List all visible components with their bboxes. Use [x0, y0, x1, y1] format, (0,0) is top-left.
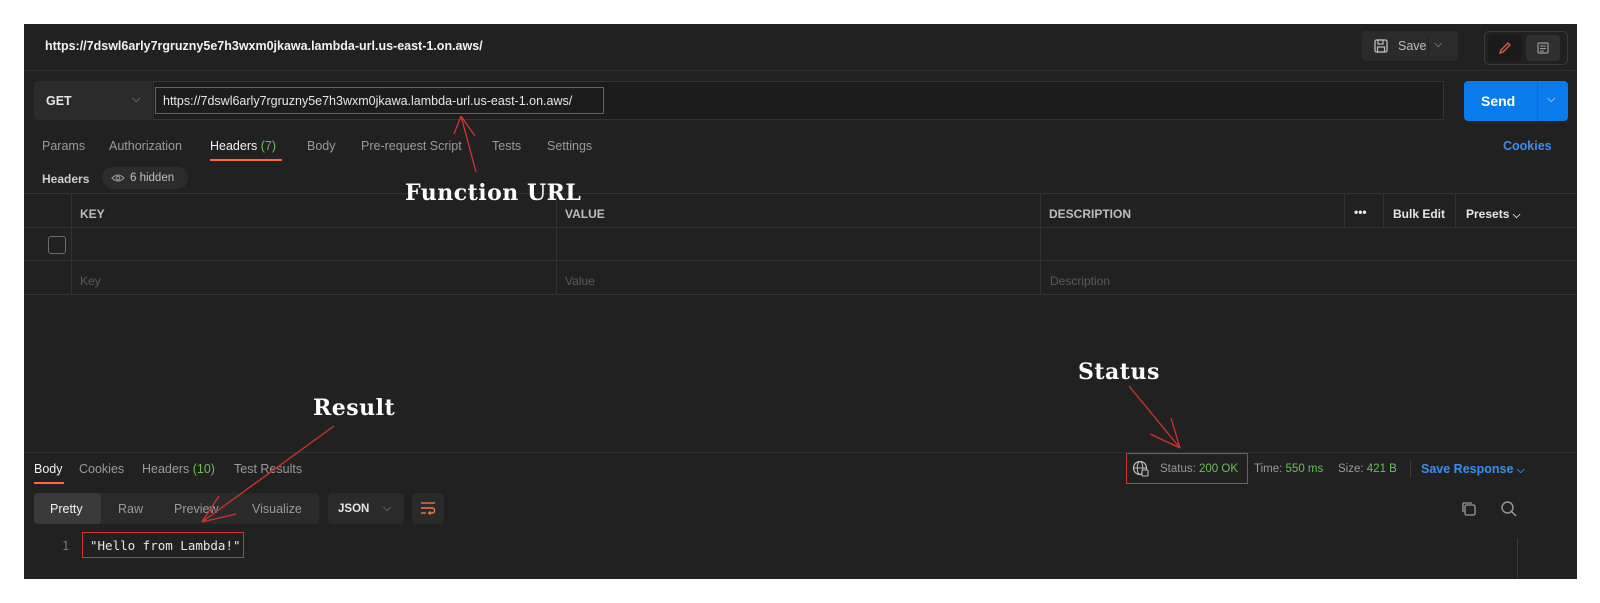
- view-visualize[interactable]: Visualize: [252, 502, 302, 516]
- presets-label: Presets: [1466, 207, 1510, 221]
- scrollbar[interactable]: [1517, 538, 1518, 578]
- column-key: KEY: [80, 207, 105, 221]
- status-annotation: Status: [1078, 359, 1160, 385]
- view-mode-toggle: [1484, 31, 1568, 65]
- edit-mode-button[interactable]: [1488, 35, 1522, 61]
- response-headers-count: (10): [192, 462, 215, 476]
- tab-pre-request-script[interactable]: Pre-request Script: [361, 139, 462, 153]
- hidden-headers-toggle[interactable]: 6 hidden: [102, 167, 188, 189]
- method-label: GET: [46, 94, 72, 108]
- more-options-icon[interactable]: •••: [1354, 205, 1367, 219]
- response-divider: [24, 452, 1577, 453]
- response-tab-test-results[interactable]: Test Results: [234, 462, 302, 476]
- line-number: 1: [62, 539, 70, 553]
- status-highlight: [1126, 453, 1248, 484]
- chevron-down-icon[interactable]: ⌵: [1434, 38, 1442, 51]
- status-arrow: [1128, 385, 1181, 449]
- tab-tests[interactable]: Tests: [492, 139, 521, 153]
- chevron-down-icon: ⌵: [132, 93, 141, 105]
- tab-body[interactable]: Body: [307, 139, 336, 153]
- view-raw[interactable]: Raw: [118, 502, 143, 516]
- pencil-icon: [1498, 42, 1511, 55]
- request-title: https://7dswl6arly7rgruzny5e7h3wxm0jkawa…: [45, 39, 483, 53]
- cookies-link[interactable]: Cookies: [1503, 139, 1552, 153]
- response-tab-headers[interactable]: Headers (10): [142, 462, 215, 476]
- search-icon[interactable]: [1500, 500, 1518, 518]
- method-select[interactable]: GET ⌵: [34, 81, 152, 120]
- save-label: Save: [1398, 39, 1427, 53]
- function-url-annotation: Function URL: [405, 180, 582, 206]
- response-headers-label: Headers: [142, 462, 190, 476]
- hidden-count: 6 hidden: [130, 172, 175, 184]
- presets-dropdown[interactable]: Presets ⌵: [1466, 207, 1520, 221]
- bulk-edit-button[interactable]: Bulk Edit: [1393, 207, 1445, 221]
- chevron-down-icon[interactable]: ⌵: [1547, 93, 1555, 106]
- size-label: Size:: [1338, 463, 1364, 475]
- size-readout: Size: 421 B: [1338, 463, 1397, 475]
- view-pretty[interactable]: Pretty: [50, 502, 83, 516]
- headers-count: (7): [260, 139, 277, 153]
- copy-icon[interactable]: [1460, 500, 1478, 518]
- wrap-lines-button[interactable]: [412, 493, 444, 524]
- documentation-button[interactable]: [1526, 35, 1560, 61]
- key-input[interactable]: Key: [80, 274, 101, 288]
- response-tab-cookies[interactable]: Cookies: [79, 462, 124, 476]
- response-active-tab-indicator: [34, 482, 64, 484]
- size-value: 421 B: [1366, 463, 1397, 475]
- function-url-highlight: [155, 87, 604, 114]
- time-readout: Time: 550 ms: [1254, 463, 1323, 475]
- time-label: Time:: [1254, 463, 1283, 475]
- document-icon: [1537, 42, 1549, 54]
- send-label: Send: [1481, 93, 1516, 109]
- headers-label: Headers: [42, 172, 90, 186]
- result-highlight: [82, 532, 244, 558]
- save-icon: [1374, 39, 1388, 53]
- wrap-icon: [421, 502, 436, 515]
- format-select[interactable]: JSON ⌵: [328, 493, 404, 524]
- eye-icon: [111, 174, 125, 182]
- chevron-down-icon: ⌵: [1512, 210, 1521, 221]
- tab-headers[interactable]: Headers (7): [210, 139, 276, 153]
- header-row-checkbox[interactable]: [48, 236, 66, 254]
- tab-authorization[interactable]: Authorization: [109, 139, 182, 153]
- tab-headers-label: Headers: [210, 139, 258, 153]
- save-response-button[interactable]: Save Response ⌵: [1421, 462, 1525, 476]
- tab-settings[interactable]: Settings: [547, 139, 592, 153]
- view-preview[interactable]: Preview: [174, 502, 218, 516]
- chevron-down-icon: ⌵: [1516, 465, 1525, 476]
- column-description: DESCRIPTION: [1049, 207, 1132, 221]
- description-input[interactable]: Description: [1050, 274, 1110, 288]
- postman-window: https://7dswl6arly7rgruzny5e7h3wxm0jkawa…: [24, 24, 1577, 579]
- tab-params[interactable]: Params: [42, 139, 85, 153]
- send-button[interactable]: Send ⌵: [1464, 81, 1568, 121]
- response-tab-body[interactable]: Body: [34, 462, 63, 476]
- active-tab-indicator: [210, 159, 282, 161]
- time-value: 550 ms: [1285, 463, 1324, 475]
- chevron-down-icon: ⌵: [383, 502, 392, 514]
- column-value: VALUE: [565, 207, 605, 221]
- save-button[interactable]: Save ⌵: [1362, 31, 1458, 61]
- value-input[interactable]: Value: [565, 274, 595, 288]
- format-label: JSON: [338, 503, 370, 515]
- result-annotation: Result: [313, 395, 396, 421]
- save-response-label: Save Response: [1421, 462, 1514, 476]
